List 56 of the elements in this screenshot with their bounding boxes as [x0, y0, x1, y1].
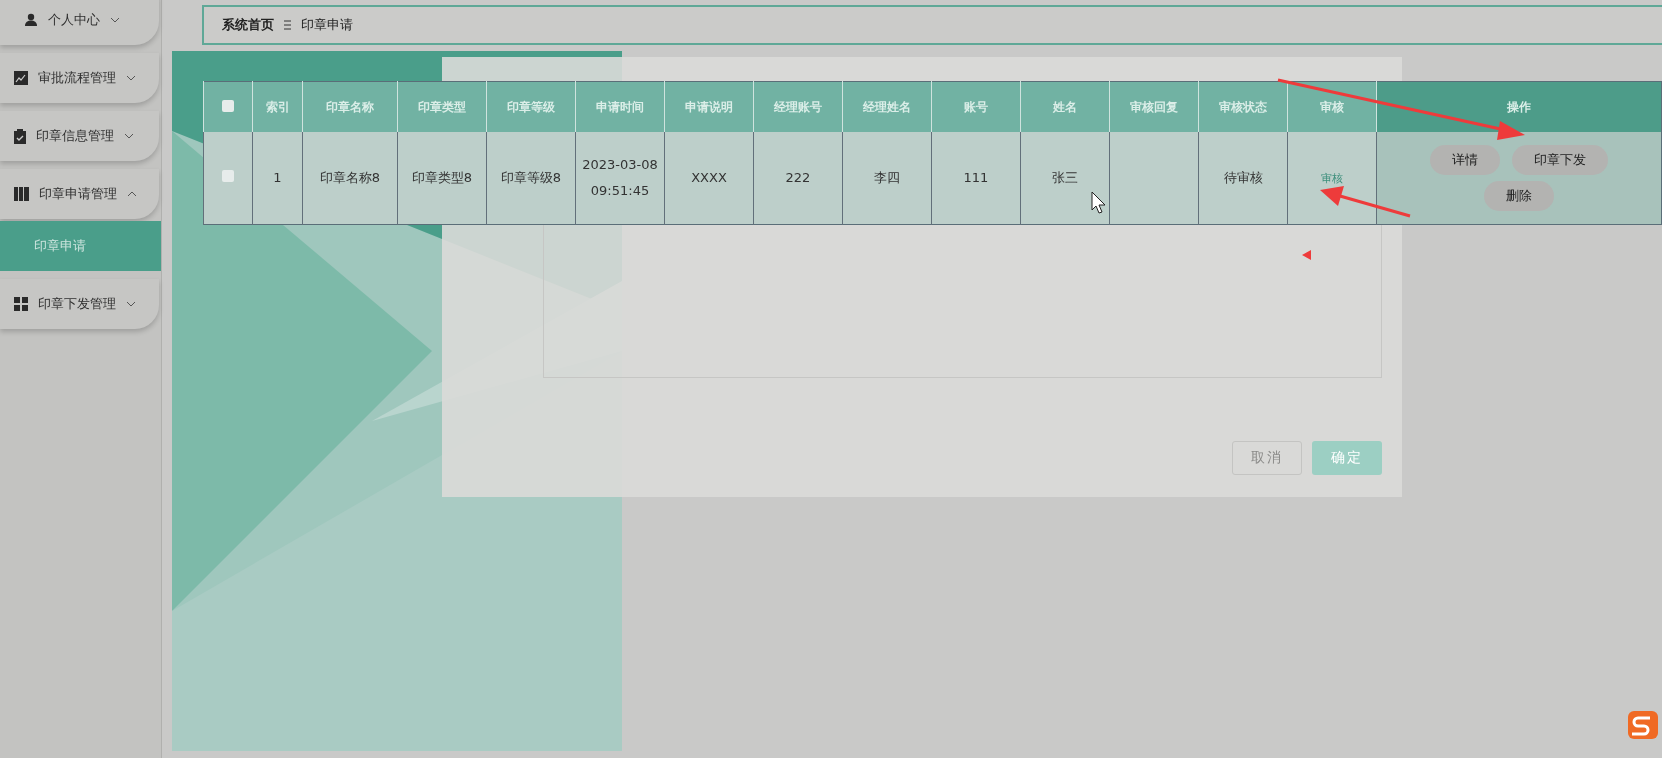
column-header: 操作 — [1507, 99, 1531, 114]
sidebar-item[interactable]: 印章下发管理 — [0, 279, 159, 329]
breadcrumb-link[interactable]: 印章申请 — [301, 16, 353, 34]
action-button[interactable]: 详情 — [1430, 145, 1500, 175]
sidebar-item[interactable]: 印章申请管理 — [0, 169, 159, 219]
keyboard-logo-icon — [1628, 711, 1658, 739]
cursor-icon — [1091, 191, 1106, 214]
clipboard-icon — [14, 128, 26, 144]
column-header: 索引 — [265, 99, 290, 114]
sidebar-item[interactable]: 个人中心 — [0, 0, 159, 45]
action-button[interactable]: 删除 — [1484, 181, 1554, 211]
column-header: 申请说明 — [685, 99, 733, 114]
table-cell: 印章名称8 — [319, 170, 381, 185]
table-cell: 印章等级8 — [500, 170, 562, 185]
menu-label: 审批流程管理 — [38, 69, 116, 87]
menu-label: 印章申请管理 — [39, 185, 117, 203]
column-header: 印章等级 — [507, 99, 555, 114]
user-icon — [24, 13, 38, 27]
table-cell: 2023-03-08 09:51:45 — [582, 157, 658, 198]
column-header: 经理账号 — [774, 99, 822, 114]
menu-label: 印章信息管理 — [36, 127, 114, 145]
sidebar-item[interactable]: 审批流程管理 — [0, 53, 159, 103]
table-cell: 李四 — [874, 170, 900, 185]
table-cell: 1 — [273, 170, 282, 185]
column-header: 印章类型 — [418, 99, 466, 114]
table-cell: 222 — [785, 170, 811, 185]
table-cell: 111 — [963, 170, 989, 185]
chart-icon — [14, 71, 28, 85]
chevron-icon — [110, 17, 120, 23]
menu-label: 印章下发管理 — [38, 295, 116, 313]
table-cell: 待审核 — [1223, 170, 1263, 185]
column-header: 经理姓名 — [863, 99, 911, 114]
column-header: 审核状态 — [1219, 99, 1267, 114]
chevron-icon — [127, 191, 137, 197]
breadcrumb-link[interactable]: 系统首页 — [222, 16, 274, 34]
column-header: 姓名 — [1053, 99, 1077, 114]
chevron-icon — [124, 133, 134, 139]
row-checkbox[interactable] — [222, 170, 234, 182]
table-cell: XXXX — [691, 170, 727, 185]
menu-label: 个人中心 — [48, 11, 100, 29]
separator-icon — [284, 20, 291, 30]
table-cell: 印章类型8 — [411, 170, 473, 185]
column-header: 账号 — [964, 99, 988, 114]
column-header: 审核 — [1320, 99, 1344, 114]
table-cell: 张三 — [1052, 170, 1078, 185]
sidebar-item[interactable]: 印章信息管理 — [0, 111, 159, 161]
chevron-icon — [126, 301, 136, 307]
book-icon — [14, 187, 29, 201]
column-header: 申请时间 — [596, 99, 644, 114]
grid-icon — [14, 297, 28, 311]
column-header: 审核回复 — [1130, 99, 1178, 114]
column-header: 印章名称 — [326, 99, 374, 114]
select-all-checkbox[interactable] — [222, 99, 234, 112]
chevron-icon — [126, 75, 136, 81]
annotation-mark — [1302, 250, 1311, 260]
action-button[interactable]: 印章下发 — [1512, 145, 1608, 175]
